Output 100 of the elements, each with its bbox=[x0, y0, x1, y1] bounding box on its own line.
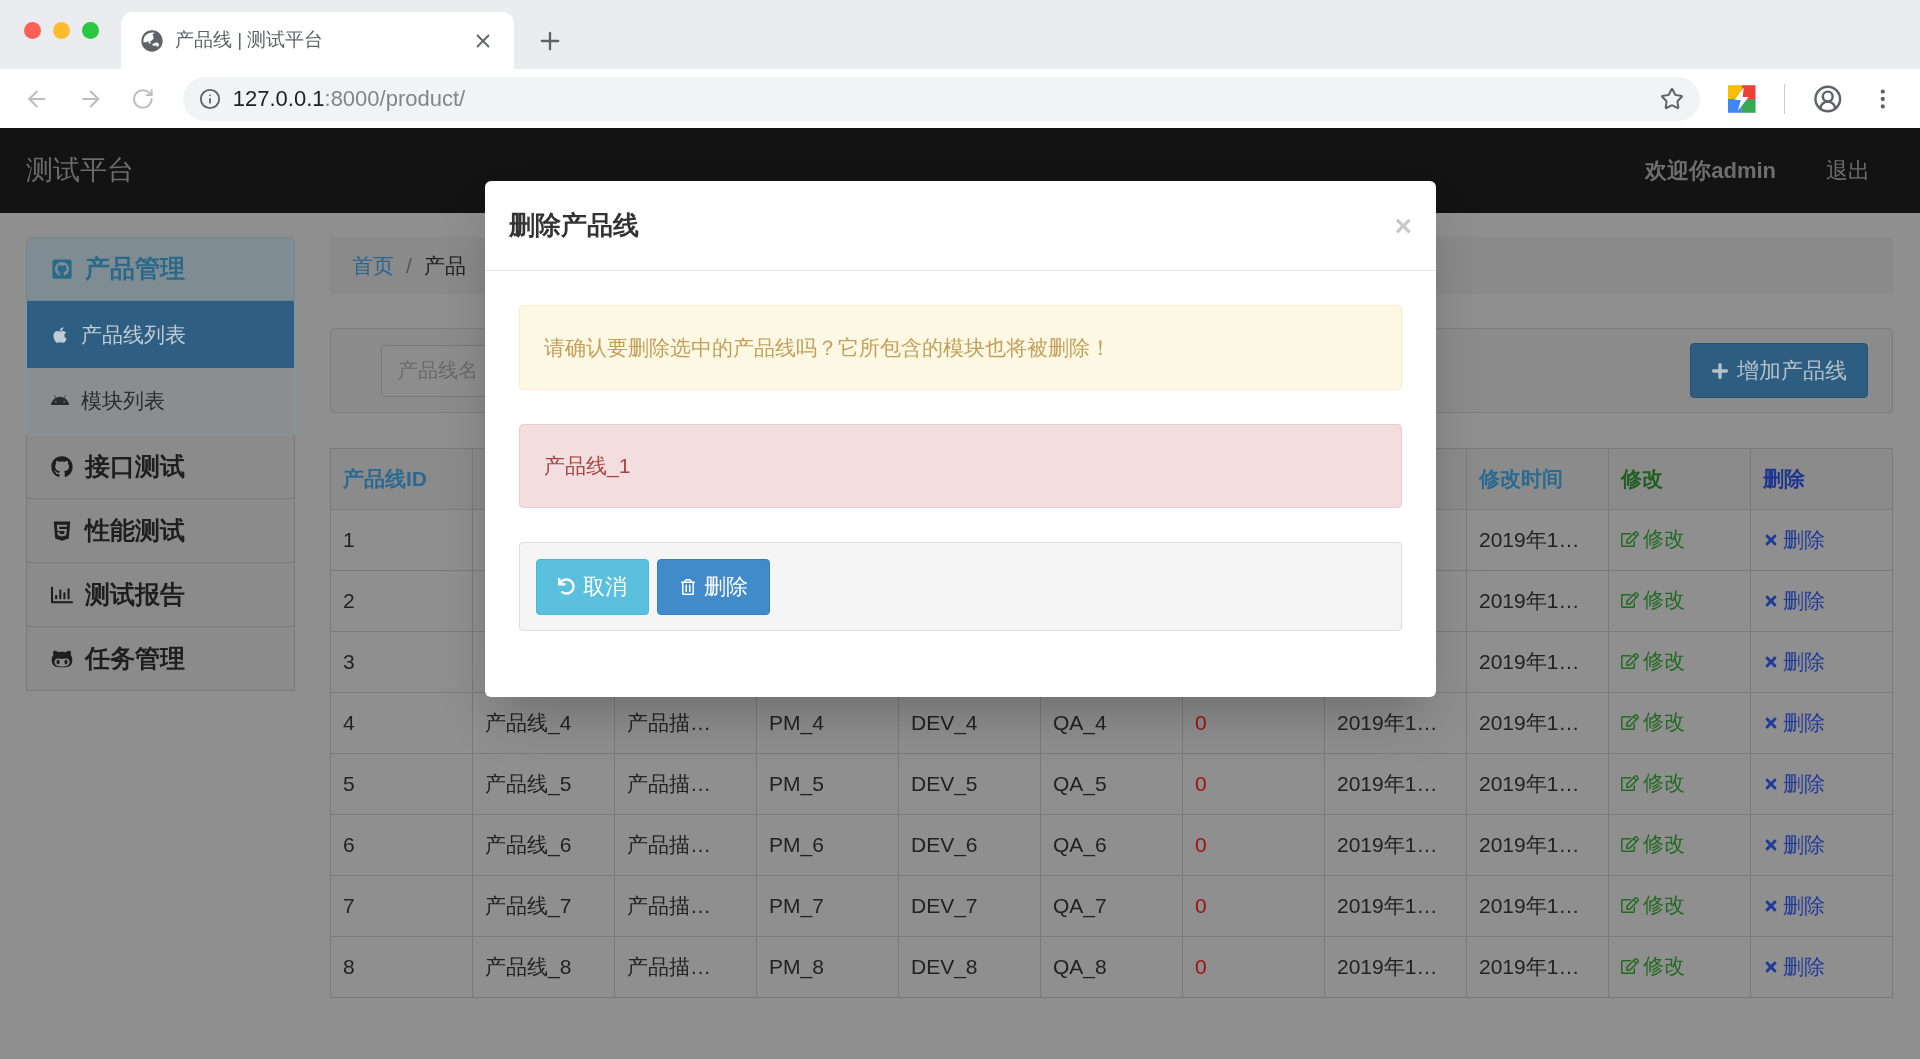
table-cell: 1 bbox=[343, 528, 355, 552]
edit-icon bbox=[1621, 835, 1639, 854]
edit-icon bbox=[1621, 591, 1639, 610]
url-text: 127.0.0.1:8000/product/ bbox=[232, 85, 467, 113]
star-icon[interactable] bbox=[1660, 86, 1685, 111]
sidebar-item[interactable]: 性能测试 bbox=[26, 499, 295, 563]
column-header: 修改 bbox=[1621, 467, 1663, 491]
undo-icon bbox=[558, 578, 575, 595]
table-cell: 0 bbox=[1195, 833, 1207, 857]
table-cell: 5 bbox=[343, 772, 355, 796]
column-header: 产品线ID bbox=[343, 467, 427, 491]
table-cell: 2019年1… bbox=[1479, 589, 1580, 613]
globe-icon bbox=[141, 29, 163, 52]
table-cell: 产品线_8 bbox=[485, 955, 572, 979]
table-cell: 2019年1… bbox=[1337, 772, 1438, 796]
table-cell: 产品描… bbox=[627, 955, 711, 979]
sidebar-group-label: 产品管理 bbox=[85, 253, 185, 285]
column-header: 修改时间 bbox=[1479, 467, 1563, 491]
sidebar-item[interactable]: 任务管理 bbox=[26, 627, 295, 691]
table-cell: 0 bbox=[1195, 711, 1207, 735]
table-cell: DEV_8 bbox=[911, 955, 978, 979]
table-cell: 产品描… bbox=[627, 772, 711, 796]
table-cell: PM_4 bbox=[769, 711, 824, 735]
table-cell: 0 bbox=[1195, 772, 1207, 796]
sidebar-item[interactable]: 产品线列表 bbox=[26, 301, 295, 368]
modal-title: 删除产品线 bbox=[509, 209, 639, 242]
sidebar-item[interactable]: 测试报告 bbox=[26, 563, 295, 627]
table-cell: DEV_4 bbox=[911, 711, 978, 735]
plus-icon bbox=[1711, 361, 1729, 380]
table-cell: 产品线_6 bbox=[485, 833, 572, 857]
table-cell: 6 bbox=[343, 833, 355, 857]
table-cell: 产品描… bbox=[627, 894, 711, 918]
danger-alert: 产品线_1 bbox=[519, 424, 1402, 508]
add-button[interactable]: 增加产品线 bbox=[1690, 343, 1868, 398]
edit-icon bbox=[1621, 652, 1639, 671]
apple-icon bbox=[51, 325, 69, 344]
table-cell: 2019年1… bbox=[1479, 711, 1580, 735]
sidebar-group-header[interactable]: 产品管理 bbox=[26, 237, 295, 301]
trash-icon bbox=[679, 578, 696, 595]
breadcrumb-current: 产品 bbox=[423, 252, 466, 279]
table-cell: 0 bbox=[1195, 894, 1207, 918]
table-cell: 产品线_7 bbox=[485, 894, 572, 918]
edit-icon bbox=[1621, 774, 1639, 793]
close-window-button[interactable] bbox=[24, 22, 41, 39]
sidebar-item[interactable]: 接口测试 bbox=[26, 435, 295, 499]
table-cell: 8 bbox=[343, 955, 355, 979]
table-cell: DEV_6 bbox=[911, 833, 978, 857]
cat-logo-icon bbox=[51, 455, 73, 478]
column-header: 删除 bbox=[1763, 467, 1805, 491]
table-cell: QA_4 bbox=[1053, 711, 1107, 735]
cancel-button[interactable]: 取消 bbox=[536, 558, 649, 615]
sidebar-item[interactable]: 模块列表 bbox=[26, 368, 295, 435]
browser-tab[interactable]: 产品线 | 测试平台 bbox=[121, 12, 514, 69]
table-cell: 3 bbox=[343, 650, 355, 674]
lightning-icon[interactable] bbox=[1728, 84, 1756, 113]
table-cell: 2019年1… bbox=[1337, 833, 1438, 857]
table-cell: DEV_5 bbox=[911, 772, 978, 796]
table-cell: 2019年1… bbox=[1479, 833, 1580, 857]
edit-icon bbox=[1621, 896, 1639, 915]
table-cell: QA_5 bbox=[1053, 772, 1107, 796]
tab-title: 产品线 | 测试平台 bbox=[175, 28, 325, 53]
table-cell: 2019年1… bbox=[1479, 955, 1580, 979]
cat-logo-icon bbox=[51, 258, 73, 280]
table-cell: 0 bbox=[1195, 955, 1207, 979]
table-cell: 2019年1… bbox=[1337, 894, 1438, 918]
breadcrumb-link[interactable]: 首页 bbox=[352, 249, 394, 282]
delete-button[interactable]: 删除 bbox=[657, 558, 770, 615]
table-cell: 2019年1… bbox=[1337, 955, 1438, 979]
table-cell: 2 bbox=[343, 589, 355, 613]
table-cell: QA_7 bbox=[1053, 894, 1107, 918]
table-cell: 2019年1… bbox=[1479, 894, 1580, 918]
table-cell: 2019年1… bbox=[1479, 772, 1580, 796]
table-cell: 4 bbox=[343, 711, 355, 735]
table-cell: 2019年1… bbox=[1479, 650, 1580, 674]
edit-icon bbox=[1621, 530, 1639, 549]
table-cell: 产品线_4 bbox=[485, 711, 572, 735]
table-cell: QA_8 bbox=[1053, 955, 1107, 979]
close-button[interactable]: × bbox=[1394, 210, 1412, 241]
table-cell: PM_5 bbox=[769, 772, 824, 796]
table-cell: PM_6 bbox=[769, 833, 824, 857]
table-cell: 7 bbox=[343, 894, 355, 918]
warning-alert: 请确认要删除选中的产品线吗？它所包含的模块也将被删除！ bbox=[519, 305, 1402, 390]
table-cell: 产品描… bbox=[627, 711, 711, 735]
table-cell: 2019年1… bbox=[1337, 711, 1438, 735]
edit-icon bbox=[1621, 713, 1639, 732]
table-cell: QA_6 bbox=[1053, 833, 1107, 857]
info-icon bbox=[198, 87, 221, 110]
logout-link[interactable]: 退出 bbox=[1826, 154, 1870, 187]
table-cell: DEV_7 bbox=[911, 894, 978, 918]
table-cell: PM_8 bbox=[769, 955, 824, 979]
table-cell: 产品描… bbox=[627, 833, 711, 857]
table-cell: PM_7 bbox=[769, 894, 824, 918]
address-bar[interactable]: 127.0.0.1:8000/product/ bbox=[182, 76, 1701, 121]
shield-icon bbox=[51, 519, 73, 542]
welcome-link[interactable]: 欢迎你admin bbox=[1645, 154, 1776, 187]
table-cell: 2019年1… bbox=[1479, 528, 1580, 552]
table-cell: 产品线_5 bbox=[485, 772, 572, 796]
breadcrumb-separator: / bbox=[406, 252, 412, 279]
account-icon[interactable] bbox=[1812, 83, 1843, 114]
edit-icon bbox=[1621, 957, 1639, 976]
